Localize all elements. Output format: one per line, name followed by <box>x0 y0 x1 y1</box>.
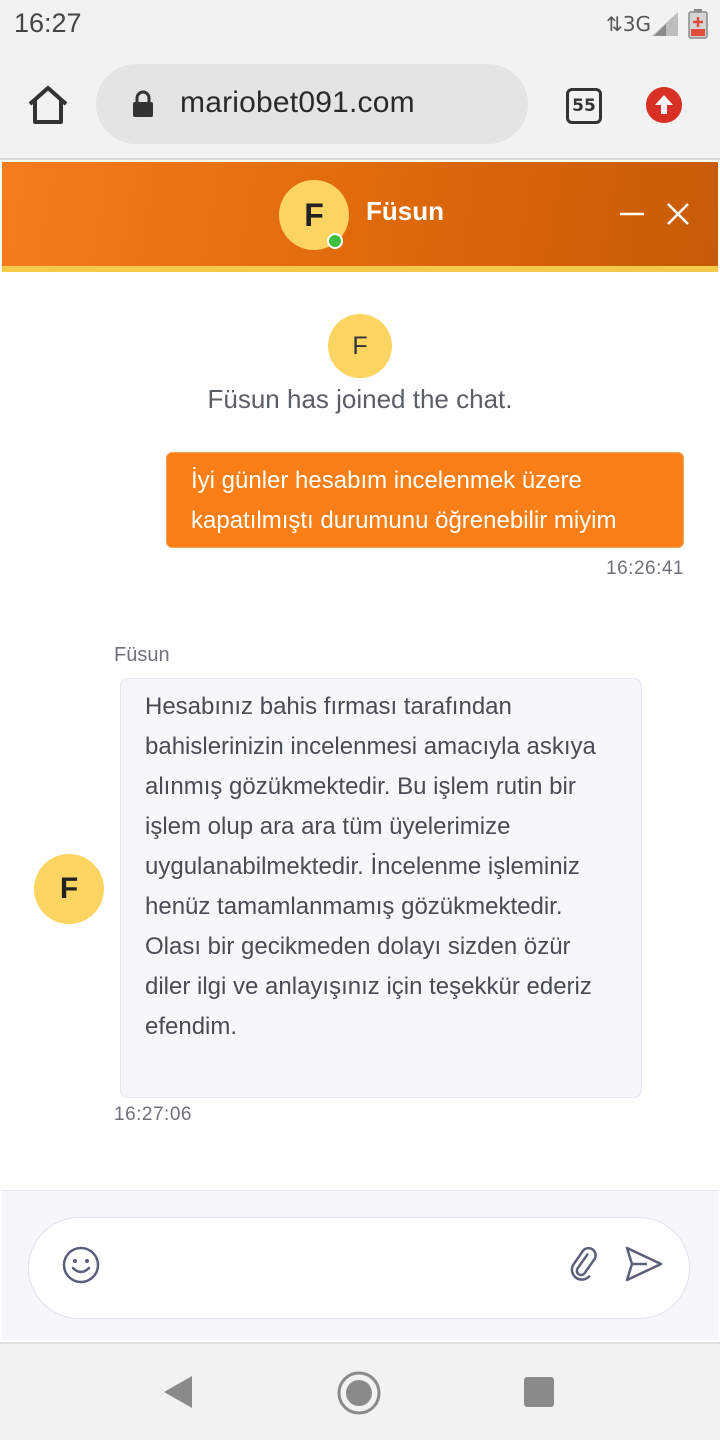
status-bar: 16:27 ⇅3G <box>0 0 720 48</box>
system-message: Füsun has joined the chat. <box>207 384 513 414</box>
lock-icon <box>133 90 153 117</box>
user-message-time: 16:26:41 <box>606 558 684 579</box>
tabs-icon[interactable]: 55 <box>566 88 602 124</box>
emoji-icon[interactable] <box>61 1245 101 1285</box>
status-time: 16:27 <box>14 8 82 38</box>
network-label: 3G <box>622 12 651 36</box>
back-icon[interactable] <box>160 1374 196 1410</box>
signal-icon <box>652 12 678 36</box>
agent-message-avatar: F <box>34 854 104 924</box>
home-icon[interactable] <box>26 84 70 126</box>
browser-toolbar: mariobet091.com 55 <box>0 48 720 160</box>
upload-icon[interactable] <box>646 87 682 123</box>
send-icon[interactable] <box>623 1244 665 1284</box>
url-text[interactable]: mariobet091.com <box>180 86 415 120</box>
system-avatar: F <box>328 314 392 378</box>
agent-name: Füsun <box>366 196 444 226</box>
minimize-icon[interactable] <box>616 198 648 230</box>
address-bar[interactable]: mariobet091.com <box>96 64 528 144</box>
composer-area <box>2 1190 718 1340</box>
online-status-dot <box>327 233 343 249</box>
home-nav-icon[interactable] <box>336 1370 382 1416</box>
agent-sender-name: Füsun <box>114 644 170 666</box>
system-nav-bar <box>0 1342 720 1440</box>
chat-transcript[interactable]: F Füsun has joined the chat. İyi günler … <box>2 272 718 1190</box>
agent-message-time: 16:27:06 <box>114 1104 192 1125</box>
message-composer <box>28 1217 690 1319</box>
recents-icon[interactable] <box>524 1377 554 1407</box>
network-type: ⇅3G <box>606 12 651 36</box>
agent-message-bubble: Hesabınız bahis fırması tarafından bahis… <box>120 678 642 1098</box>
message-input[interactable] <box>125 1240 545 1296</box>
battery-icon <box>688 9 708 39</box>
user-message-bubble: İyi günler hesabım incelenmek üzere kapa… <box>166 452 684 548</box>
close-icon[interactable] <box>662 198 694 230</box>
chat-header: F Füsun <box>2 162 718 272</box>
attach-icon[interactable] <box>565 1244 605 1284</box>
